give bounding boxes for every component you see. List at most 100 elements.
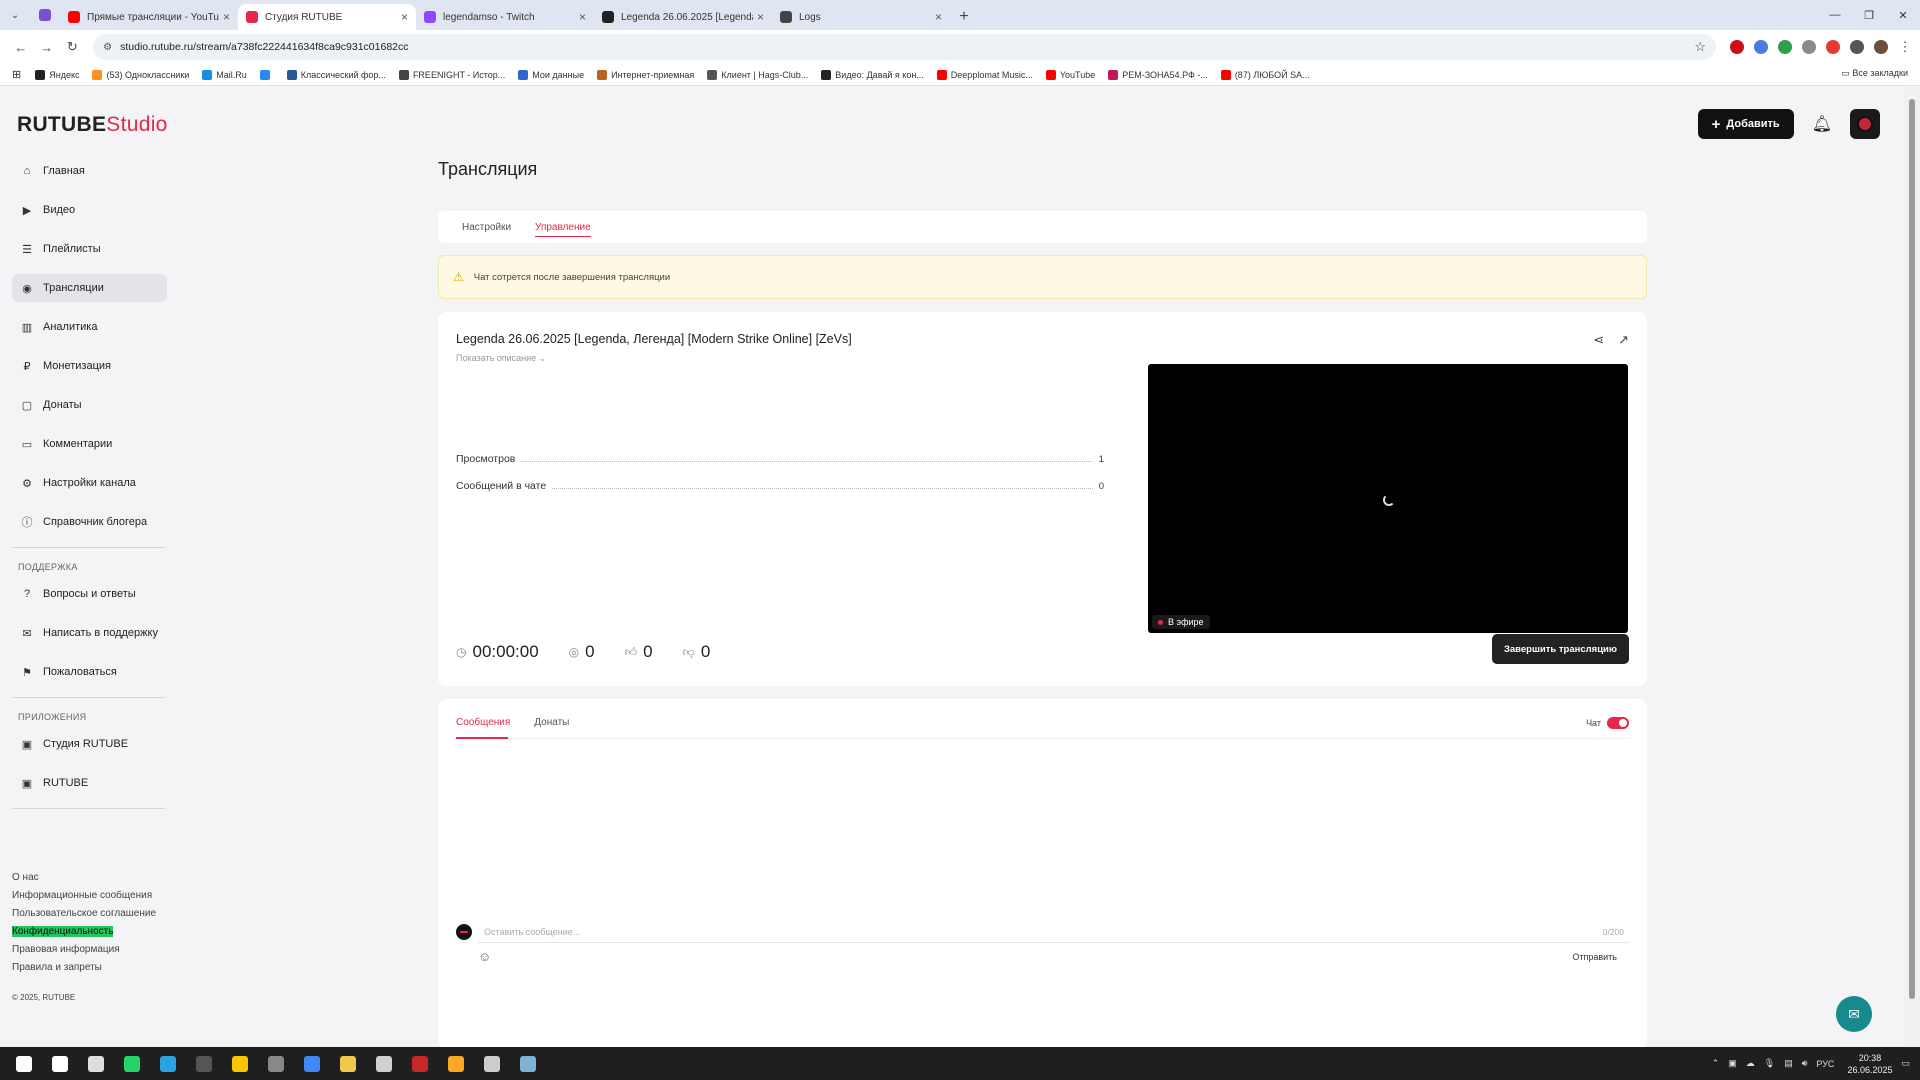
sidebar-item[interactable]: ⚑ Пожаловаться xyxy=(12,658,167,686)
bookmark-item[interactable]: Мои данные xyxy=(518,69,584,80)
taskbar-app[interactable] xyxy=(438,1047,474,1080)
reload-icon[interactable]: ↻ xyxy=(59,34,85,60)
forward-icon[interactable]: → xyxy=(34,34,60,60)
profile-icon[interactable] xyxy=(1873,40,1888,54)
taskbar-app[interactable] xyxy=(402,1047,438,1080)
bookmark-item[interactable]: Mail.Ru xyxy=(202,69,247,80)
external-link-icon[interactable]: ↗ xyxy=(1618,332,1629,348)
all-bookmarks[interactable]: ▭ Все закладки xyxy=(1841,68,1908,79)
sidebar-item[interactable]: ⚙ Настройки канала xyxy=(12,469,167,497)
bell-icon[interactable]: 🔔︎ xyxy=(1812,114,1832,134)
browser-tab[interactable]: Legenda 26.06.2025 [Legenda, × xyxy=(594,4,772,30)
back-icon[interactable]: ← xyxy=(8,34,34,60)
minimize-icon[interactable]: — xyxy=(1818,0,1852,30)
scrollbar-thumb[interactable] xyxy=(1909,99,1915,999)
sidebar-item[interactable]: ▭ Комментарии xyxy=(12,430,167,458)
bookmark-item[interactable]: (87) ЛЮБОЙ SA... xyxy=(1220,69,1310,80)
bookmark-item[interactable]: Интернет-приемная xyxy=(597,69,694,80)
youtube-extension-icon[interactable] xyxy=(1825,40,1840,54)
message-input[interactable]: Оставить сообщение... 0/200 xyxy=(478,921,1630,943)
notifications-icon[interactable]: ▭ xyxy=(1901,1058,1910,1069)
taskbar-app[interactable] xyxy=(330,1047,366,1080)
lang-indicator[interactable]: РУС xyxy=(1816,1059,1834,1069)
tray-app-icon[interactable]: ▣ xyxy=(1728,1058,1737,1069)
shield-extension-icon[interactable] xyxy=(1777,40,1792,54)
network-icon[interactable]: ▤ xyxy=(1784,1058,1793,1069)
tray-chevron-icon[interactable]: ⌃ xyxy=(1712,1058,1720,1069)
close-tab-icon[interactable]: × xyxy=(757,10,764,24)
footer-link-info[interactable]: Информационные сообщения xyxy=(12,887,156,905)
browser-tab[interactable]: Студия RUTUBE × xyxy=(238,4,416,30)
footer-link-about[interactable]: О нас xyxy=(12,869,156,887)
bookmark-item[interactable]: FREENIGHT - Истор... xyxy=(398,69,505,80)
end-stream-button[interactable]: Завершить трансляцию xyxy=(1491,634,1629,664)
add-button[interactable]: + Добавить xyxy=(1697,109,1794,139)
chat-toggle[interactable]: Чат xyxy=(1586,717,1629,729)
video-player[interactable]: В эфире xyxy=(1148,364,1628,633)
show-description-link[interactable]: Показать описание ⌄ xyxy=(456,353,546,364)
taskbar-app[interactable] xyxy=(78,1047,114,1080)
puzzle-icon[interactable] xyxy=(1849,40,1864,54)
taskbar-app[interactable] xyxy=(150,1047,186,1080)
volume-icon[interactable]: 🔊︎ xyxy=(1802,1058,1808,1069)
taskbar-app[interactable] xyxy=(42,1047,78,1080)
translate-extension-icon[interactable] xyxy=(1753,40,1768,54)
sidebar-item[interactable]: ◉ Трансляции xyxy=(12,274,167,302)
cloud-icon[interactable]: ☁ xyxy=(1746,1058,1755,1069)
extension-icon[interactable] xyxy=(1801,40,1816,54)
footer-link-legal[interactable]: Правовая информация xyxy=(12,941,156,959)
tab-donations[interactable]: Донаты xyxy=(534,717,569,728)
sidebar-item[interactable]: ▣ Студия RUTUBE xyxy=(12,730,167,758)
taskbar-app[interactable] xyxy=(222,1047,258,1080)
taskbar-app[interactable] xyxy=(510,1047,546,1080)
chat-switch[interactable] xyxy=(1607,717,1629,729)
new-tab-button[interactable]: + xyxy=(950,4,978,30)
tab-settings[interactable]: Настройки xyxy=(462,222,511,233)
close-tab-icon[interactable]: × xyxy=(401,10,408,24)
emoji-icon[interactable]: ☺ xyxy=(478,949,491,964)
browser-tab[interactable]: Logs × xyxy=(772,4,950,30)
sidebar-item[interactable]: ▥ Аналитика xyxy=(12,313,167,341)
taskbar-app[interactable] xyxy=(114,1047,150,1080)
restore-icon[interactable]: ❐ xyxy=(1852,0,1886,30)
close-tab-icon[interactable]: × xyxy=(579,10,586,24)
bookmark-star-icon[interactable]: ☆ xyxy=(1694,39,1706,55)
sidebar-item[interactable]: ▶ Видео xyxy=(12,196,167,224)
url-field[interactable]: ⚙ studio.rutube.ru/stream/a738fc22244163… xyxy=(93,34,1716,60)
bookmark-item[interactable]: (53) Одноклассники xyxy=(92,69,189,80)
close-tab-icon[interactable]: × xyxy=(223,10,230,24)
share-icon[interactable]: ⋖ xyxy=(1593,332,1604,348)
bookmark-item[interactable]: Клиент | Hags-Club... xyxy=(707,69,808,80)
sidebar-item[interactable]: ▢ Донаты xyxy=(12,391,167,419)
tab-management[interactable]: Управление xyxy=(535,222,591,237)
browser-tab[interactable]: Прямые трансляции - YouTube × xyxy=(60,4,238,30)
sidebar-item[interactable]: ☰ Плейлисты xyxy=(12,235,167,263)
taskbar-app[interactable] xyxy=(186,1047,222,1080)
sidebar-item[interactable]: ⓘ Справочник блогера xyxy=(12,508,167,536)
bookmark-item[interactable]: Яндекс xyxy=(35,69,79,80)
tab-list-button[interactable]: ⌄ xyxy=(0,0,30,30)
site-info-icon[interactable]: ⚙ xyxy=(103,42,112,53)
footer-link-terms[interactable]: Пользовательское соглашение xyxy=(12,905,156,923)
clock[interactable]: 20:38 26.06.2025 xyxy=(1847,1052,1892,1076)
page-scrollbar[interactable] xyxy=(1904,87,1920,1047)
bookmark-item[interactable]: Видео: Давай я кон... xyxy=(821,69,924,80)
footer-link-rules[interactable]: Правила и запреты xyxy=(12,959,156,977)
rutube-studio-logo[interactable]: RUTUBEStudio xyxy=(17,113,168,137)
pinned-tab[interactable] xyxy=(30,0,60,30)
browser-tab[interactable]: legendamso - Twitch × xyxy=(416,4,594,30)
taskbar-app[interactable] xyxy=(258,1047,294,1080)
taskbar-app[interactable] xyxy=(366,1047,402,1080)
taskbar-app[interactable] xyxy=(474,1047,510,1080)
send-button[interactable]: Отправить xyxy=(1572,952,1617,962)
menu-dots-icon[interactable]: ⋮ xyxy=(1897,40,1912,54)
bookmark-item[interactable]: РЕМ-ЗОНА54.РФ -... xyxy=(1108,69,1208,80)
sidebar-item[interactable]: ⌂ Главная xyxy=(12,157,167,185)
bookmark-item[interactable]: YouTube xyxy=(1045,69,1095,80)
bookmark-item[interactable]: Классический фор... xyxy=(286,69,386,80)
avatar[interactable] xyxy=(1850,109,1880,139)
sidebar-item[interactable]: ? Вопросы и ответы xyxy=(12,580,167,608)
taskbar-app[interactable] xyxy=(6,1047,42,1080)
bookmark-item[interactable]: Deepplomat Music... xyxy=(936,69,1033,80)
sidebar-item[interactable]: ▣ RUTUBE xyxy=(12,769,167,797)
